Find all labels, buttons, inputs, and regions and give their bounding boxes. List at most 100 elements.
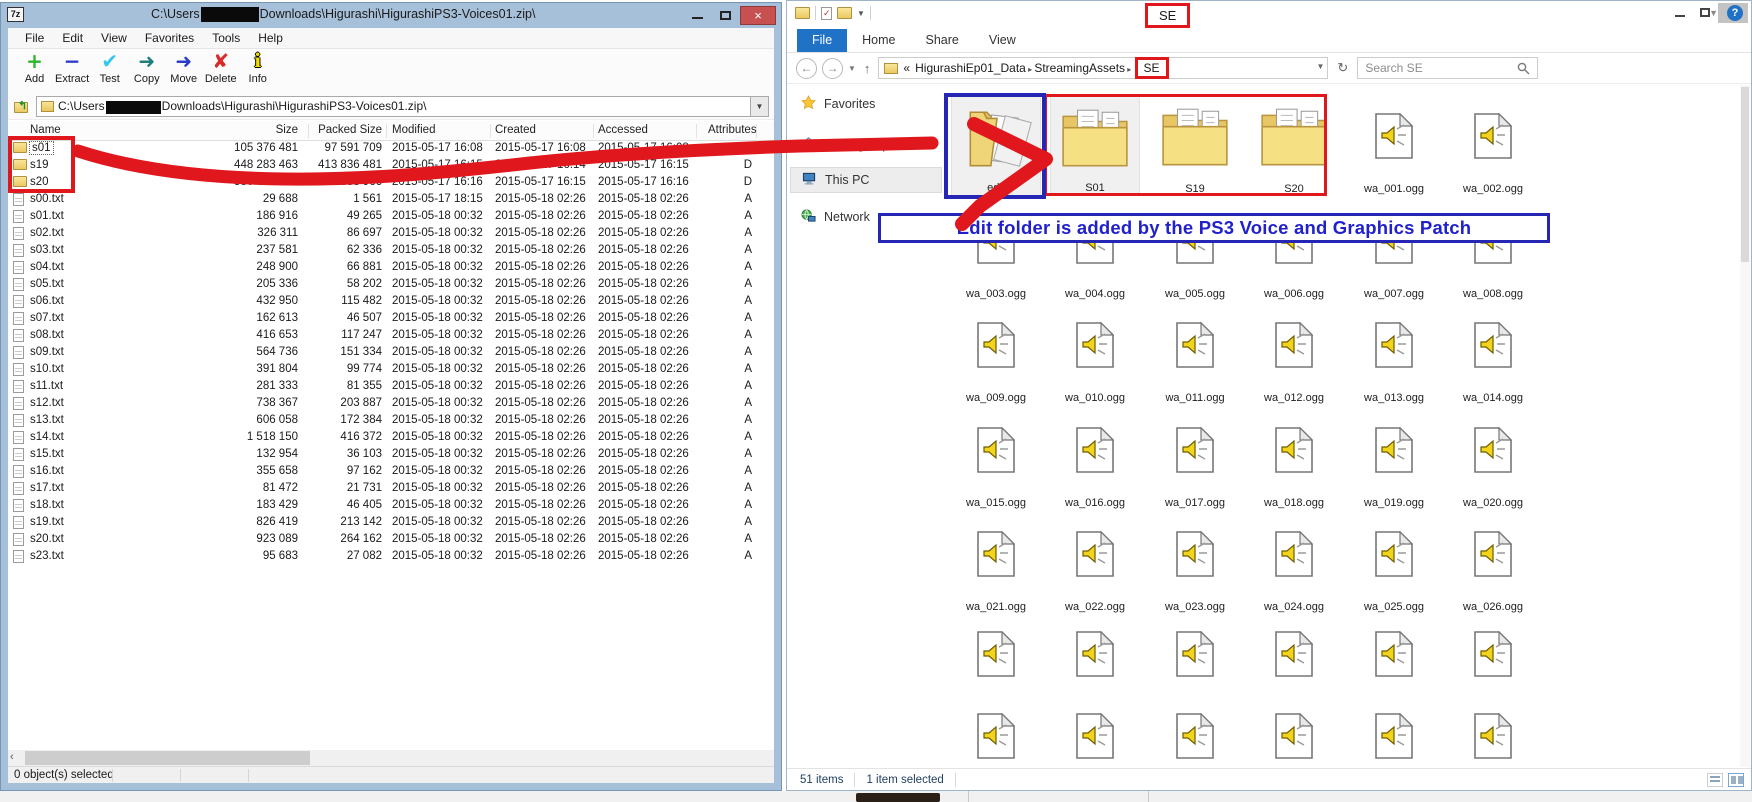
column-header-modified[interactable]: Modified — [392, 124, 435, 136]
table-row[interactable]: s19448 283 463413 836 4812015-05-17 16:1… — [8, 158, 774, 175]
tab-view[interactable]: View — [974, 29, 1031, 52]
table-row[interactable]: s02.txt326 31186 6972015-05-18 00:322015… — [8, 226, 774, 243]
breadcrumb-overflow[interactable]: « — [903, 61, 910, 75]
table-row[interactable]: s06.txt432 950115 4822015-05-18 00:32201… — [8, 294, 774, 311]
column-header-size[interactable]: Size — [148, 124, 298, 136]
sidebar-item-this-pc[interactable]: This PC — [790, 167, 942, 193]
file-item[interactable]: wa_010.ogg — [1050, 305, 1140, 405]
back-button[interactable]: ← — [796, 58, 817, 79]
file-item[interactable] — [1448, 631, 1538, 681]
file-item[interactable]: wa_013.ogg — [1349, 305, 1439, 405]
sidebar-item-favorites[interactable]: Favorites — [801, 95, 875, 113]
table-row[interactable]: s03.txt237 58162 3362015-05-18 00:322015… — [8, 243, 774, 260]
menu-item-view[interactable]: View — [92, 29, 136, 47]
table-row[interactable]: s05.txt205 33658 2022015-05-18 00:322015… — [8, 277, 774, 294]
file-item[interactable] — [951, 713, 1041, 763]
file-item[interactable] — [1050, 631, 1140, 681]
table-row[interactable]: s16.txt355 65897 1622015-05-18 00:322015… — [8, 464, 774, 481]
file-item[interactable]: wa_009.ogg — [951, 305, 1041, 405]
menu-item-edit[interactable]: Edit — [53, 29, 92, 47]
add-button[interactable]: +Add — [16, 49, 53, 85]
close-button[interactable]: × — [740, 6, 776, 25]
table-row[interactable]: s18.txt183 42946 4052015-05-18 00:322015… — [8, 498, 774, 515]
address-dropdown-icon[interactable]: ▼ — [1317, 62, 1325, 71]
refresh-icon[interactable]: ↻ — [1333, 60, 1352, 76]
file-item[interactable]: wa_022.ogg — [1050, 514, 1140, 614]
table-row[interactable]: s09.txt564 736151 3342015-05-18 00:32201… — [8, 345, 774, 362]
tab-home[interactable]: Home — [847, 29, 910, 52]
horizontal-scrollbar[interactable]: ‹ — [8, 750, 774, 766]
expand-ribbon-icon[interactable]: ▼ — [1709, 8, 1718, 18]
file-item[interactable] — [1150, 631, 1240, 681]
folder-item[interactable]: S20 — [1249, 96, 1339, 196]
column-header-attributes[interactable]: Attributes — [708, 124, 752, 136]
file-item[interactable]: wa_026.ogg — [1448, 514, 1538, 614]
file-item[interactable]: wa_023.ogg — [1150, 514, 1240, 614]
file-item[interactable]: wa_020.ogg — [1448, 410, 1538, 510]
scrollbar-thumb[interactable] — [25, 751, 310, 765]
test-button[interactable]: ✔Test — [91, 49, 128, 85]
file-item[interactable] — [1150, 713, 1240, 763]
minimize-button[interactable] — [1668, 3, 1693, 23]
table-row[interactable]: s19.txt826 419213 1422015-05-18 00:32201… — [8, 515, 774, 532]
search-box[interactable]: Search SE — [1357, 57, 1538, 79]
sidebar-item-homegroup[interactable]: Homegroup — [801, 136, 889, 154]
move-button[interactable]: ➜Move — [165, 49, 202, 85]
scrollbar-thumb[interactable] — [1741, 87, 1749, 262]
table-row[interactable]: s01105 376 48197 591 7092015-05-17 16:08… — [8, 141, 774, 158]
recent-locations-icon[interactable]: ▼ — [848, 64, 856, 73]
up-button[interactable]: ↑ — [861, 61, 874, 76]
folder-item[interactable]: edit — [951, 96, 1041, 196]
file-item[interactable]: wa_012.ogg — [1249, 305, 1339, 405]
table-row[interactable]: s08.txt416 653117 2472015-05-18 00:32201… — [8, 328, 774, 345]
file-item[interactable]: wa_014.ogg — [1448, 305, 1538, 405]
extract-button[interactable]: −Extract — [53, 49, 91, 85]
table-row[interactable]: s15.txt132 95436 1032015-05-18 00:322015… — [8, 447, 774, 464]
file-item[interactable]: wa_016.ogg — [1050, 410, 1140, 510]
folder-icon[interactable] — [795, 7, 810, 19]
file-item[interactable] — [1448, 713, 1538, 763]
file-item[interactable]: wa_025.ogg — [1349, 514, 1439, 614]
folder-item[interactable]: S01 — [1050, 96, 1140, 196]
vertical-scrollbar[interactable] — [1740, 85, 1750, 767]
new-folder-icon[interactable] — [837, 7, 852, 19]
file-item[interactable]: wa_018.ogg — [1249, 410, 1339, 510]
file-item[interactable] — [951, 631, 1041, 681]
breadcrumb-item-higurashiep01_data[interactable]: HigurashiEp01_Data — [915, 61, 1026, 75]
delete-button[interactable]: ✘Delete — [202, 49, 239, 85]
breadcrumb-item-streamingassets[interactable]: StreamingAssets — [1034, 61, 1125, 75]
sevenzip-path-combobox[interactable]: C:\UsersDownloads\Higurashi\HigurashiPS3… — [36, 96, 769, 117]
table-row[interactable]: s14.txt1 518 150416 3722015-05-18 00:322… — [8, 430, 774, 447]
column-header-created[interactable]: Created — [495, 124, 536, 136]
minimize-button[interactable] — [684, 6, 712, 25]
file-item[interactable]: wa_019.ogg — [1349, 410, 1439, 510]
file-item[interactable]: wa_021.ogg — [951, 514, 1041, 614]
column-header-name[interactable]: Name — [30, 124, 61, 136]
column-header-packed-size[interactable]: Packed Size — [304, 124, 382, 136]
file-item[interactable]: wa_002.ogg — [1448, 96, 1538, 196]
file-item[interactable]: wa_011.ogg — [1150, 305, 1240, 405]
table-row[interactable]: s07.txt162 61346 5072015-05-18 00:322015… — [8, 311, 774, 328]
file-item[interactable]: wa_017.ogg — [1150, 410, 1240, 510]
scroll-left-arrow-icon[interactable]: ‹ — [10, 751, 14, 763]
table-row[interactable]: s20580 093 725543 383 9662015-05-17 16:1… — [8, 175, 774, 192]
maximize-button[interactable] — [712, 6, 740, 25]
file-item[interactable] — [1249, 631, 1339, 681]
table-row[interactable]: s23.txt95 68327 0822015-05-18 00:322015-… — [8, 549, 774, 566]
table-row[interactable]: s10.txt391 80499 7742015-05-18 00:322015… — [8, 362, 774, 379]
file-item[interactable]: wa_024.ogg — [1249, 514, 1339, 614]
breadcrumb[interactable]: « HigurashiEp01_Data ▸ StreamingAssets ▸… — [878, 57, 1328, 79]
info-button[interactable]: iInfo — [239, 49, 276, 85]
folder-item[interactable]: S19 — [1150, 96, 1240, 196]
file-item[interactable]: wa_001.ogg — [1349, 96, 1439, 196]
file-item[interactable] — [1349, 713, 1439, 763]
table-row[interactable]: s01.txt186 91649 2652015-05-18 00:322015… — [8, 209, 774, 226]
breadcrumb-item-se[interactable]: SE — [1135, 57, 1169, 79]
table-row[interactable]: s17.txt81 47221 7312015-05-18 00:322015-… — [8, 481, 774, 498]
menu-item-tools[interactable]: Tools — [203, 29, 249, 47]
file-item[interactable] — [1050, 713, 1140, 763]
forward-button[interactable]: → — [822, 58, 843, 79]
column-header-accessed[interactable]: Accessed — [598, 124, 648, 136]
table-row[interactable]: s12.txt738 367203 8872015-05-18 00:32201… — [8, 396, 774, 413]
sidebar-item-network[interactable]: Network — [801, 208, 870, 226]
